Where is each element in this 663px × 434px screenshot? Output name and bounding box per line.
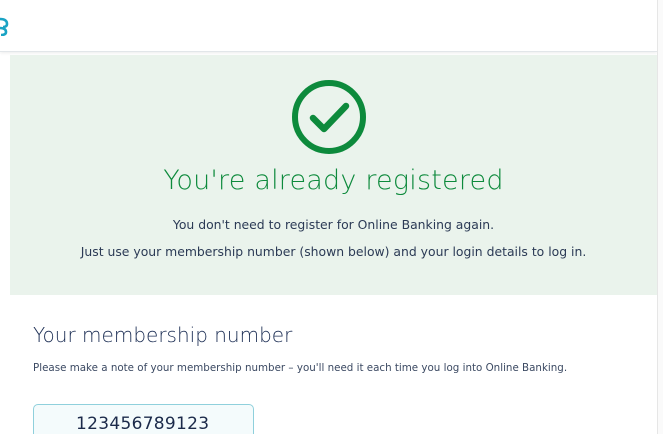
success-panel: You're already registered You don't need… [10, 55, 657, 295]
membership-number-box: 123456789123 [33, 404, 254, 434]
success-title: You're already registered [163, 165, 504, 196]
membership-number: 123456789123 [76, 414, 210, 434]
page: You're already registered You don't need… [0, 0, 663, 434]
login-instruction: Just use your membership number (shown b… [80, 244, 587, 259]
scrollbar[interactable] [657, 0, 663, 434]
site-header [0, 0, 657, 52]
check-circle-icon [292, 80, 366, 154]
membership-heading: Your membership number [33, 323, 293, 347]
membership-note: Please make a note of your membership nu… [33, 362, 568, 374]
success-message: You don't need to register for Online Ba… [172, 217, 495, 232]
brand-logo-fragment-icon[interactable] [0, 16, 10, 36]
